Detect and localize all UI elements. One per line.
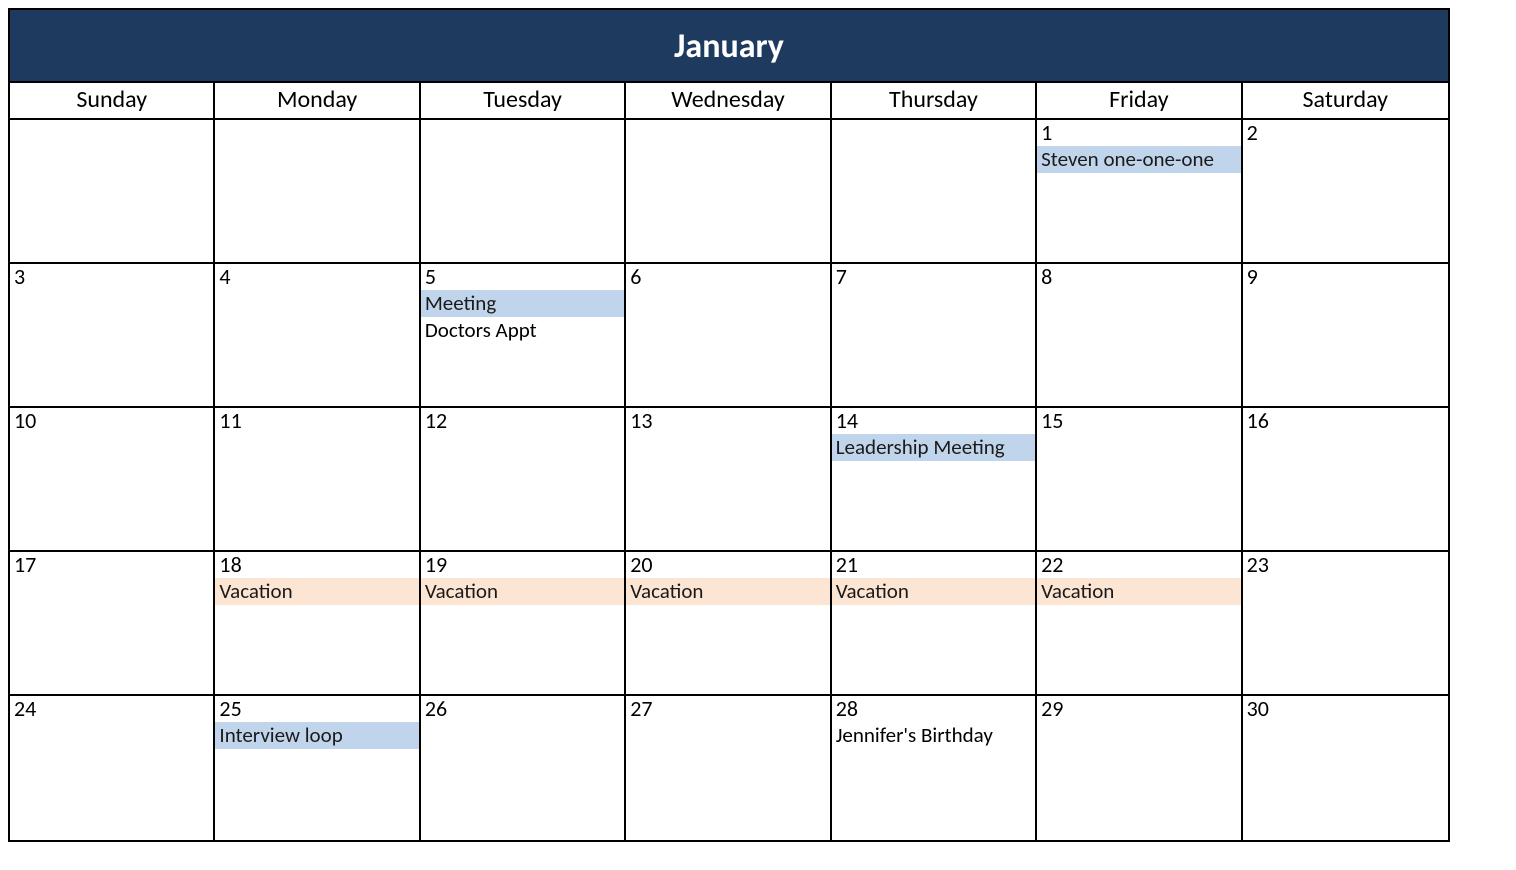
day-number: 19 bbox=[421, 552, 624, 578]
calendar-week: 1Steven one-one-one2 bbox=[10, 120, 1448, 264]
calendar-day-cell[interactable]: 4 bbox=[215, 264, 420, 408]
day-number: 12 bbox=[421, 408, 624, 434]
calendar-day-cell[interactable]: 22Vacation bbox=[1037, 552, 1242, 696]
calendar-day-cell[interactable]: 1Steven one-one-one bbox=[1037, 120, 1242, 264]
day-number: 11 bbox=[215, 408, 418, 434]
calendar-day-cell[interactable]: 10 bbox=[10, 408, 215, 552]
day-header-saturday: Saturday bbox=[1243, 83, 1448, 120]
day-number: 13 bbox=[626, 408, 829, 434]
day-number: 27 bbox=[626, 696, 829, 722]
day-header-sunday: Sunday bbox=[10, 83, 215, 120]
calendar-day-cell[interactable]: 5MeetingDoctors Appt bbox=[421, 264, 626, 408]
calendar-day-cell[interactable]: 29 bbox=[1037, 696, 1242, 840]
calendar-day-cell[interactable] bbox=[215, 120, 420, 264]
calendar-event[interactable]: Jennifer's Birthday bbox=[832, 722, 1035, 748]
day-number: 2 bbox=[1243, 120, 1448, 146]
day-number: 28 bbox=[832, 696, 1035, 722]
calendar-day-cell[interactable]: 9 bbox=[1243, 264, 1448, 408]
calendar-day-cell[interactable]: 3 bbox=[10, 264, 215, 408]
calendar-event[interactable]: Interview loop bbox=[215, 722, 418, 748]
day-number: 14 bbox=[832, 408, 1035, 434]
day-number: 15 bbox=[1037, 408, 1240, 434]
calendar-event[interactable]: Vacation bbox=[626, 578, 829, 604]
calendar-day-cell[interactable]: 24 bbox=[10, 696, 215, 840]
day-number: 26 bbox=[421, 696, 624, 722]
calendar-event[interactable]: Steven one-one-one bbox=[1037, 146, 1240, 172]
calendar-day-cell[interactable]: 8 bbox=[1037, 264, 1242, 408]
calendar-event[interactable]: Doctors Appt bbox=[421, 317, 624, 343]
day-header-friday: Friday bbox=[1037, 83, 1242, 120]
calendar-day-cell[interactable]: 2 bbox=[1243, 120, 1448, 264]
calendar-day-cell[interactable]: 25Interview loop bbox=[215, 696, 420, 840]
calendar-week: 1011121314Leadership Meeting1516 bbox=[10, 408, 1448, 552]
calendar-day-cell[interactable] bbox=[832, 120, 1037, 264]
calendar-day-cell[interactable]: 19Vacation bbox=[421, 552, 626, 696]
calendar-day-cell[interactable]: 15 bbox=[1037, 408, 1242, 552]
calendar-event[interactable]: Meeting bbox=[421, 290, 624, 316]
day-header-monday: Monday bbox=[215, 83, 420, 120]
day-number: 24 bbox=[10, 696, 213, 722]
calendar-day-cell[interactable]: 23 bbox=[1243, 552, 1448, 696]
day-number: 22 bbox=[1037, 552, 1240, 578]
day-header-tuesday: Tuesday bbox=[421, 83, 626, 120]
calendar-day-cell[interactable]: 14Leadership Meeting bbox=[832, 408, 1037, 552]
day-number: 17 bbox=[10, 552, 213, 578]
calendar-body: 1Steven one-one-one2345MeetingDoctors Ap… bbox=[10, 120, 1448, 840]
day-number: 3 bbox=[10, 264, 213, 290]
day-number: 5 bbox=[421, 264, 624, 290]
day-header-wednesday: Wednesday bbox=[626, 83, 831, 120]
calendar-day-cell[interactable]: 17 bbox=[10, 552, 215, 696]
calendar-event[interactable]: Vacation bbox=[832, 578, 1035, 604]
day-number: 4 bbox=[215, 264, 418, 290]
day-number: 29 bbox=[1037, 696, 1240, 722]
calendar: January Sunday Monday Tuesday Wednesday … bbox=[8, 8, 1450, 842]
day-number: 21 bbox=[832, 552, 1035, 578]
day-number: 16 bbox=[1243, 408, 1448, 434]
calendar-week: 1718Vacation19Vacation20Vacation21Vacati… bbox=[10, 552, 1448, 696]
calendar-day-cell[interactable]: 26 bbox=[421, 696, 626, 840]
calendar-day-cell[interactable]: 28Jennifer's Birthday bbox=[832, 696, 1037, 840]
day-number: 20 bbox=[626, 552, 829, 578]
calendar-day-cell[interactable]: 6 bbox=[626, 264, 831, 408]
calendar-day-cell[interactable]: 18Vacation bbox=[215, 552, 420, 696]
day-number: 30 bbox=[1243, 696, 1448, 722]
calendar-day-cell[interactable]: 16 bbox=[1243, 408, 1448, 552]
day-number: 25 bbox=[215, 696, 418, 722]
day-number: 1 bbox=[1037, 120, 1240, 146]
calendar-event[interactable]: Leadership Meeting bbox=[832, 434, 1035, 460]
calendar-day-cell[interactable]: 7 bbox=[832, 264, 1037, 408]
calendar-day-cell[interactable]: 13 bbox=[626, 408, 831, 552]
day-number: 8 bbox=[1037, 264, 1240, 290]
day-header-thursday: Thursday bbox=[832, 83, 1037, 120]
calendar-day-cell[interactable]: 27 bbox=[626, 696, 831, 840]
day-number: 10 bbox=[10, 408, 213, 434]
day-number: 7 bbox=[832, 264, 1035, 290]
calendar-event[interactable]: Vacation bbox=[421, 578, 624, 604]
day-number: 9 bbox=[1243, 264, 1448, 290]
day-headers-row: Sunday Monday Tuesday Wednesday Thursday… bbox=[10, 83, 1448, 120]
calendar-day-cell[interactable]: 21Vacation bbox=[832, 552, 1037, 696]
calendar-day-cell[interactable]: 30 bbox=[1243, 696, 1448, 840]
calendar-day-cell[interactable]: 20Vacation bbox=[626, 552, 831, 696]
calendar-week: 345MeetingDoctors Appt6789 bbox=[10, 264, 1448, 408]
calendar-day-cell[interactable] bbox=[421, 120, 626, 264]
day-number: 6 bbox=[626, 264, 829, 290]
calendar-day-cell[interactable]: 11 bbox=[215, 408, 420, 552]
month-title: January bbox=[10, 10, 1448, 83]
calendar-week: 2425Interview loop262728Jennifer's Birth… bbox=[10, 696, 1448, 840]
calendar-day-cell[interactable] bbox=[626, 120, 831, 264]
day-number: 18 bbox=[215, 552, 418, 578]
calendar-day-cell[interactable]: 12 bbox=[421, 408, 626, 552]
calendar-event[interactable]: Vacation bbox=[215, 578, 418, 604]
calendar-event[interactable]: Vacation bbox=[1037, 578, 1240, 604]
day-number: 23 bbox=[1243, 552, 1448, 578]
calendar-day-cell[interactable] bbox=[10, 120, 215, 264]
